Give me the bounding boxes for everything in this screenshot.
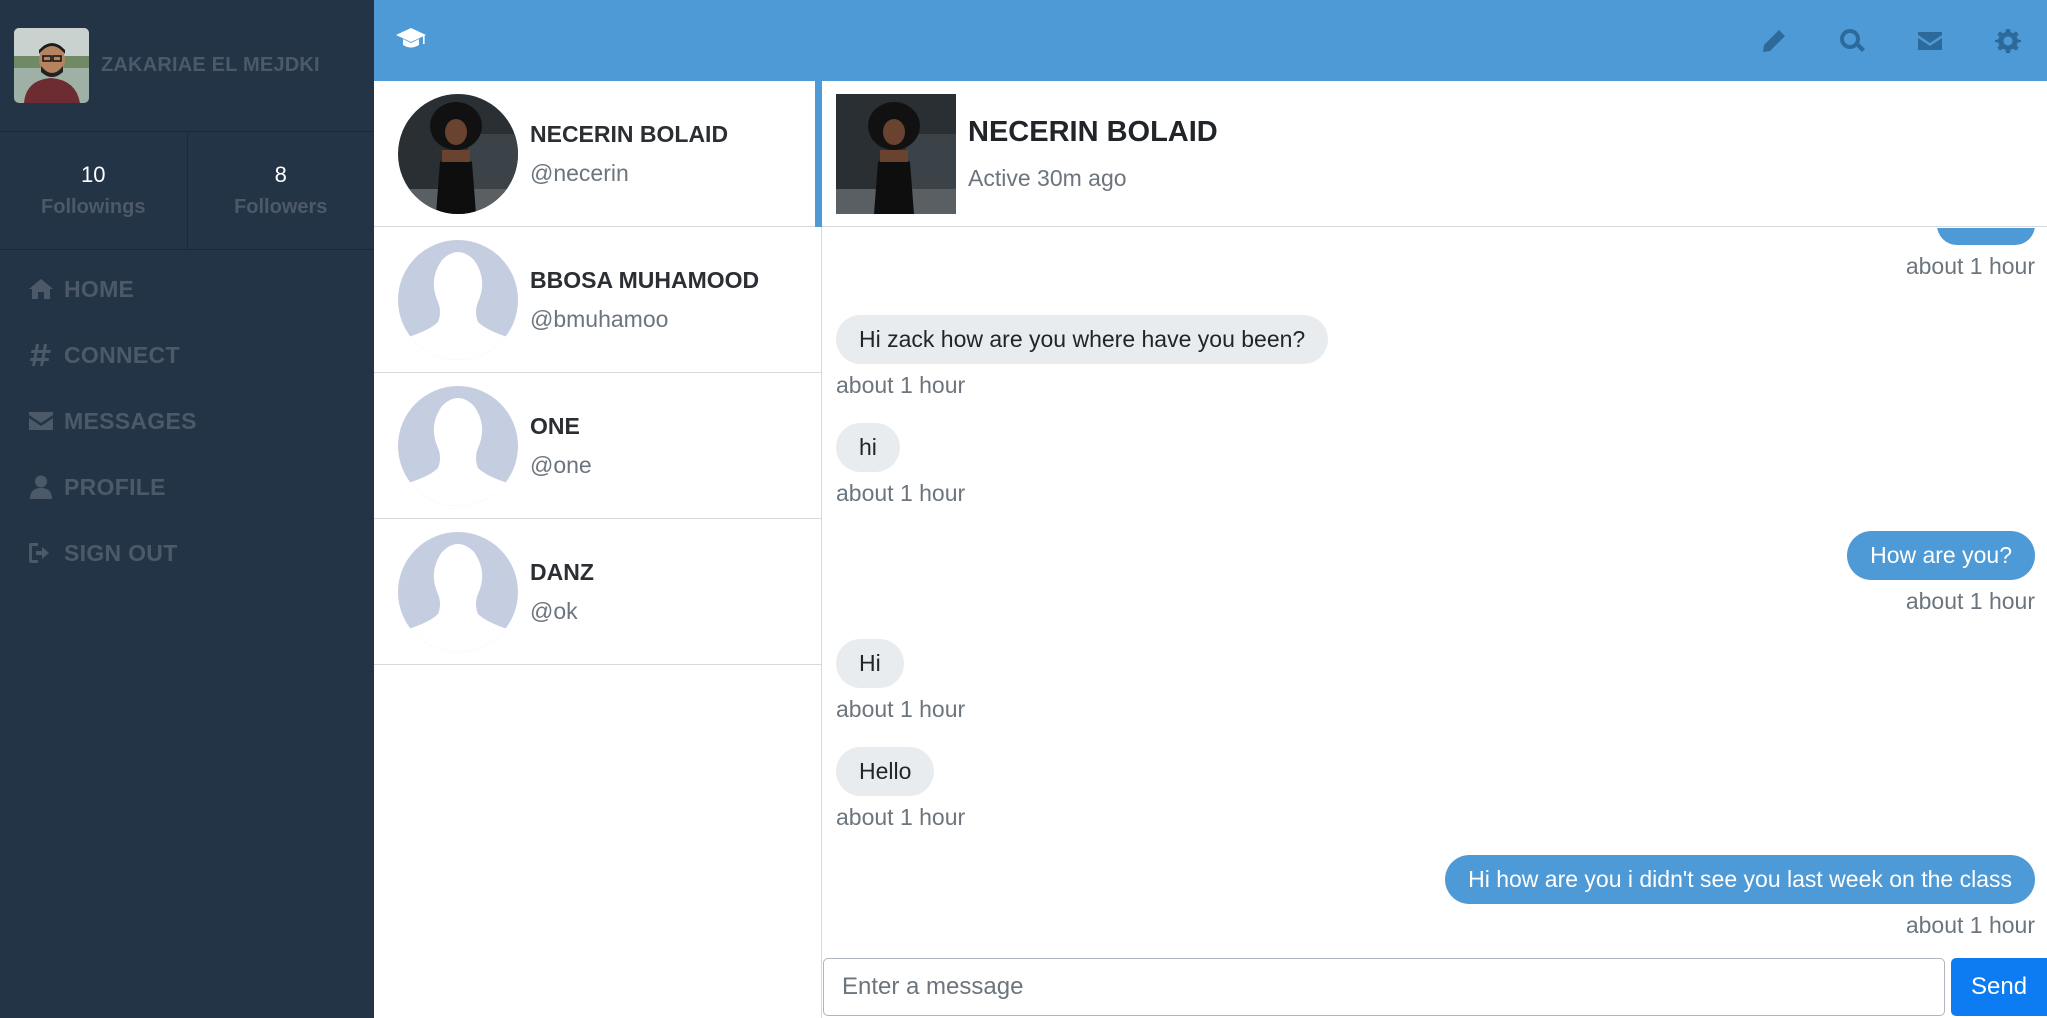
contact-text: BBOSA MUHAMOOD @bmuhamoo [530,267,759,333]
hashtag-icon [28,342,54,368]
contact-name: ONE [530,412,580,439]
message-composer: Send [822,958,2047,1018]
contact-name: BBOSA MUHAMOOD [530,266,760,293]
graduation-cap-icon[interactable] [396,24,426,57]
followings-count: 10 [81,162,106,187]
envelope-icon[interactable] [1891,0,1969,81]
contact-handle: @necerin [530,159,629,186]
nav-label-home: HOME [64,275,135,302]
default-avatar-icon [398,531,518,652]
nav-item-messages[interactable]: MESSAGES [0,388,374,454]
contact-avatar [398,93,518,214]
message-bubble: Hi how are you i didn't see you last wee… [1445,855,2035,904]
message-bubble: hi [836,423,900,472]
contact-item[interactable]: ONE @one [374,373,821,519]
sign-out-icon [28,540,54,566]
contact-item[interactable]: NECERIN BOLAID @necerin [374,81,822,227]
chat-header: NECERIN BOLAID Active 30m ago [822,81,2047,227]
message-time: about 1 hour [836,480,966,506]
message-bubble: Hi zack how are you where have you been? [836,315,1329,364]
contact-name: NECERIN BOLAID [530,120,729,147]
user-avatar[interactable] [14,28,89,103]
profile-name[interactable]: ZAKARIAE EL MEJDKI [101,54,320,77]
user-icon [28,474,54,500]
message-outgoing: Hi how are you i didn't see you last wee… [1445,855,2035,939]
chat-contact-name: NECERIN BOLAID [968,115,1218,148]
search-icon[interactable] [1813,0,1891,81]
message-bubble: Hello [836,747,935,796]
nav-label-messages: MESSAGES [64,407,197,434]
contact-text: ONE @one [530,413,592,479]
message-bubble [1937,228,2035,245]
nav-item-profile[interactable]: PROFILE [0,454,374,520]
message-time: about 1 hour [1905,588,2035,614]
chat-contact-status: Active 30m ago [968,164,1127,191]
chat-header-text: NECERIN BOLAID Active 30m ago [968,116,1218,192]
chat-panel: NECERIN BOLAID Active 30m ago about 1 ho… [822,81,2047,1018]
message-incoming: Hello about 1 hour [836,747,965,831]
nav-item-connect[interactable]: CONNECT [0,322,374,388]
nav-label-sign-out: SIGN OUT [64,539,178,566]
envelope-icon [28,408,54,434]
contact-handle: @ok [530,597,578,624]
sidebar-nav: HOME CONNECT MESSAGES PROFILE SIGN OUT [0,250,374,586]
contact-item[interactable]: BBOSA MUHAMOOD @bmuhamoo [374,227,821,373]
home-icon [28,276,54,302]
contact-item[interactable]: DANZ @ok [374,519,821,665]
contact-text: NECERIN BOLAID @necerin [530,121,728,187]
message-incoming: hi about 1 hour [836,423,965,507]
contact-list: NECERIN BOLAID @necerin BBOSA MUHAMOOD @… [374,81,822,1018]
pencil-icon[interactable] [1735,0,1813,81]
message-outgoing: How are you? about 1 hour [1847,531,2035,615]
contact-handle: @one [530,451,592,478]
followings-stat[interactable]: 10 Followings [0,132,187,249]
nav-item-home[interactable]: HOME [0,256,374,322]
followers-stat[interactable]: 8 Followers [186,132,375,249]
send-button[interactable]: Send [1951,958,2047,1016]
follow-stats: 10 Followings 8 Followers [0,132,374,250]
top-bar [374,0,2047,81]
contact-handle: @bmuhamoo [530,305,669,332]
message-time: about 1 hour [836,696,966,722]
message-time: about 1 hour [1905,912,2035,938]
sidebar: ZAKARIAE EL MEJDKI 10 Followings 8 Follo… [0,0,374,1018]
followings-label: Followings [41,196,146,218]
top-actions [1735,0,2047,81]
nav-label-profile: PROFILE [64,473,166,500]
message-thread[interactable]: about 1 hour Hi zack how are you where h… [822,228,2047,1018]
gear-icon[interactable] [1969,0,2047,81]
chat-avatar[interactable] [836,93,956,214]
message-bubble: How are you? [1847,531,2035,580]
nav-label-connect: CONNECT [64,341,180,368]
profile-header: ZAKARIAE EL MEJDKI [0,0,374,132]
message-time: about 1 hour [836,804,966,830]
followers-label: Followers [234,196,328,218]
nav-item-sign-out[interactable]: SIGN OUT [0,520,374,586]
message-input[interactable] [823,958,1946,1016]
message-bubble: Hi [836,639,904,688]
message-incoming: Hi about 1 hour [836,639,965,723]
message-time: about 1 hour [836,372,966,398]
contact-text: DANZ @ok [530,559,594,625]
message-incoming: Hi zack how are you where have you been?… [836,315,1329,399]
default-avatar-icon [398,239,518,360]
message-time: about 1 hour [1905,253,2035,279]
followers-count: 8 [274,162,287,187]
default-avatar-icon [398,385,518,506]
message-outgoing: about 1 hour [1906,228,2035,280]
contact-name: DANZ [530,558,594,585]
